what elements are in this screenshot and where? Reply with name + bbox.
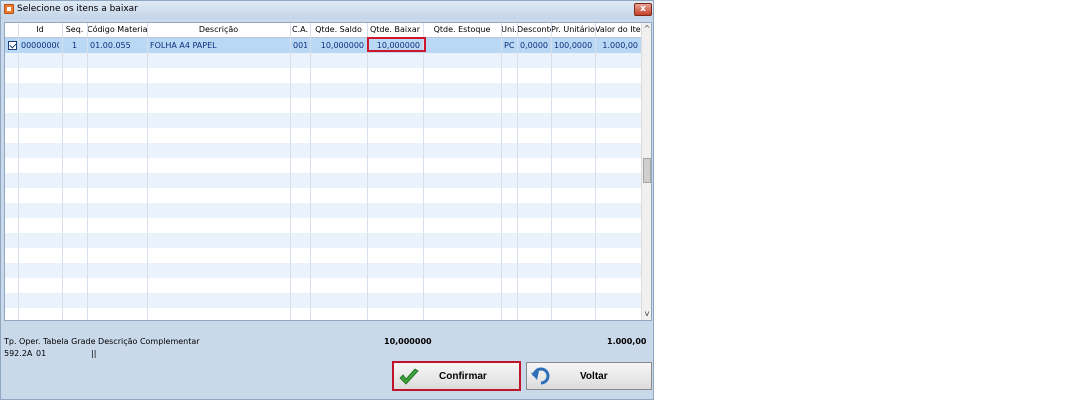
table-row[interactable] bbox=[5, 173, 641, 188]
cell-saldo: 10,000000 bbox=[320, 41, 364, 50]
close-button[interactable]: x bbox=[634, 3, 652, 16]
col-header-saldo[interactable]: Qtde. Saldo bbox=[310, 25, 367, 36]
column-divider bbox=[310, 23, 311, 320]
table-row[interactable] bbox=[5, 293, 641, 308]
cell-descricao: FOLHA A4 PAPEL bbox=[150, 41, 217, 50]
cell-id: 0000000000 bbox=[21, 41, 59, 50]
table-row[interactable] bbox=[5, 68, 641, 83]
col-header-descricao[interactable]: Descrição bbox=[147, 25, 290, 36]
table-row[interactable] bbox=[5, 83, 641, 98]
cell-seq: 1 bbox=[71, 41, 78, 50]
column-divider bbox=[517, 23, 518, 320]
col-header-unitario[interactable]: Pr. Unitário bbox=[551, 25, 595, 36]
column-divider bbox=[423, 23, 424, 320]
back-label: Voltar bbox=[580, 371, 608, 382]
footer-total-qtde: 10,000000 bbox=[384, 337, 432, 346]
col-header-valor[interactable]: Valor do Item bbox=[595, 25, 641, 36]
vertical-scrollbar[interactable]: ^ v bbox=[641, 23, 651, 320]
cell-ca: 001 bbox=[293, 41, 307, 50]
cell-codigo: 01.00.055 bbox=[90, 41, 131, 50]
table-row[interactable] bbox=[5, 278, 641, 293]
window-title: Selecione os itens a baixar bbox=[17, 4, 138, 14]
cell-desconto: 0,0000% bbox=[520, 41, 548, 50]
confirm-button[interactable]: Confirmar bbox=[392, 361, 521, 391]
table-row[interactable] bbox=[5, 203, 641, 218]
table-row[interactable] bbox=[5, 248, 641, 263]
column-divider bbox=[87, 23, 88, 320]
row-checkbox[interactable] bbox=[8, 41, 17, 50]
confirm-label: Confirmar bbox=[439, 371, 487, 382]
scroll-up-icon[interactable]: ^ bbox=[642, 23, 651, 35]
column-divider bbox=[290, 23, 291, 320]
grid-body: 0000000000 1 01.00.055 FOLHA A4 PAPEL 001 10,… bbox=[5, 38, 641, 320]
back-arrow-icon bbox=[531, 367, 550, 385]
title-bar: Selecione os itens a baixar x bbox=[1, 1, 653, 19]
table-row[interactable] bbox=[5, 263, 641, 278]
footer-grade: || bbox=[91, 349, 97, 358]
table-row[interactable] bbox=[5, 188, 641, 203]
table-row[interactable] bbox=[5, 233, 641, 248]
column-divider bbox=[147, 23, 148, 320]
baixar-highlight-box bbox=[367, 37, 426, 52]
footer-labels: Tp. Oper. Tabela Grade Descrição Complem… bbox=[4, 337, 200, 346]
col-header-desconto[interactable]: Desconto bbox=[517, 25, 551, 36]
table-row[interactable] bbox=[5, 308, 641, 320]
footer-total-valor: 1.000,00 bbox=[607, 337, 647, 346]
table-row[interactable] bbox=[5, 128, 641, 143]
col-header-codigo[interactable]: Código Material bbox=[87, 25, 147, 36]
col-header-estoque[interactable]: Qtde. Estoque bbox=[423, 25, 501, 36]
col-header-ca[interactable]: C.A. bbox=[290, 25, 310, 36]
table-row[interactable] bbox=[5, 158, 641, 173]
cell-valor: 1.000,00 bbox=[602, 41, 638, 50]
table-row[interactable] bbox=[5, 53, 641, 68]
column-divider bbox=[367, 23, 368, 320]
footer-tabela: 01 bbox=[36, 349, 47, 358]
table-row[interactable] bbox=[5, 98, 641, 113]
cell-estoque bbox=[426, 41, 498, 51]
col-header-id[interactable]: Id bbox=[18, 25, 62, 36]
footer-tp-oper: 592.2A bbox=[4, 349, 33, 358]
check-icon bbox=[399, 368, 419, 385]
app-icon bbox=[4, 4, 14, 14]
col-header-check[interactable] bbox=[5, 25, 18, 36]
col-header-uni[interactable]: Uni. bbox=[501, 25, 517, 36]
grid-header: Id Seq. Código Material Descrição C.A. Qtde. … bbox=[5, 23, 641, 38]
column-divider bbox=[501, 23, 502, 320]
table-row[interactable]: 0000000000 1 01.00.055 FOLHA A4 PAPEL 001 10,… bbox=[5, 38, 641, 53]
table-row[interactable] bbox=[5, 143, 641, 158]
items-grid: Id Seq. Código Material Descrição C.A. Qtde. … bbox=[4, 22, 652, 321]
scroll-down-icon[interactable]: v bbox=[642, 308, 651, 320]
back-button[interactable]: Voltar bbox=[526, 362, 652, 390]
dialog-window: Selecione os itens a baixar x Id Seq. Códi… bbox=[0, 0, 654, 400]
column-divider bbox=[551, 23, 552, 320]
cell-unitario: 100,00000 bbox=[554, 41, 592, 50]
scroll-thumb[interactable] bbox=[643, 158, 651, 183]
col-header-seq[interactable]: Seq. bbox=[62, 25, 87, 36]
table-row[interactable] bbox=[5, 113, 641, 128]
table-row[interactable] bbox=[5, 218, 641, 233]
column-divider bbox=[18, 23, 19, 320]
cell-uni: PC bbox=[504, 41, 514, 50]
column-divider bbox=[595, 23, 596, 320]
column-divider bbox=[62, 23, 63, 320]
col-header-baixar[interactable]: Qtde. Baixar bbox=[367, 25, 423, 36]
